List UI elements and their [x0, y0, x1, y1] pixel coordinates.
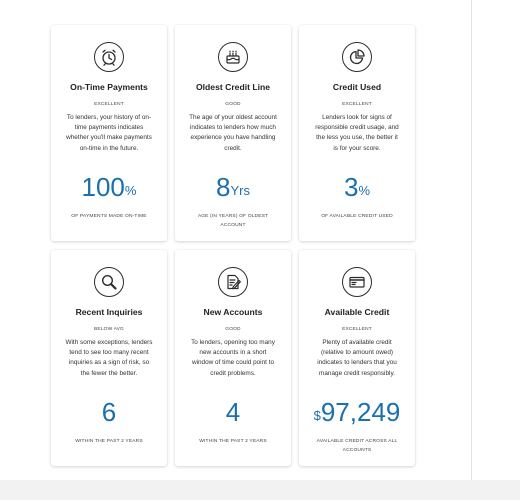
document-pen-icon	[218, 267, 248, 297]
card-credit-used: Credit Used EXCELLENT Lenders look for s…	[299, 25, 415, 241]
metric-value-group: 6	[51, 396, 167, 428]
metric-caption: AVAILABLE CREDIT ACROSS ALL ACCOUNTS	[316, 439, 398, 453]
metric-caption: WITHIN THE PAST 2 YEARS	[199, 439, 267, 444]
metric-value: 97,249	[320, 397, 401, 427]
metric-value-group: 4	[175, 396, 291, 428]
rating-label: BELOW AVG	[94, 327, 124, 332]
metric-value-group: 100%	[51, 171, 167, 203]
card-title: Oldest Credit Line	[195, 82, 270, 92]
metric-value: 4	[225, 397, 241, 427]
card-description: Lenders look for signs of responsible cr…	[315, 114, 399, 152]
card-description: To lenders, your history of on-time paym…	[66, 114, 152, 152]
page-footer-band	[0, 480, 520, 500]
rating-label: EXCELLENT	[342, 327, 372, 332]
card-title: Credit Used	[332, 82, 382, 92]
metric-value-group: 8Yrs	[175, 171, 291, 203]
magnifying-glass-icon	[94, 267, 124, 297]
rating-label: EXCELLENT	[342, 102, 372, 107]
metric-caption: OF PAYMENTS MADE ON-TIME	[71, 214, 147, 219]
metric-caption: WITHIN THE PAST 2 YEARS	[75, 439, 143, 444]
metric-value: 8	[216, 172, 231, 202]
rating-label: GOOD	[225, 327, 241, 332]
metric-caption: AGE (IN YEARS) OF OLDEST ACCOUNT	[197, 214, 269, 228]
metric-unit: Yrs	[230, 183, 250, 198]
metric-unit: %	[124, 183, 137, 198]
card-description: Plenty of available credit (relative to …	[317, 339, 397, 377]
card-title: Recent Inquiries	[75, 307, 143, 317]
card-recent-inquiries: Recent Inquiries BELOW AVG With some exc…	[51, 250, 167, 466]
rating-label: EXCELLENT	[94, 102, 124, 107]
metric-caption: OF AVAILABLE CREDIT USED	[321, 214, 393, 219]
card-title: On-Time Payments	[70, 82, 148, 92]
card-description: To lenders, opening too many new account…	[191, 339, 275, 377]
content-divider	[471, 0, 472, 480]
metric-value: 6	[101, 397, 117, 427]
card-new-accounts: New Accounts GOOD To lenders, opening to…	[175, 250, 291, 466]
credit-card-icon	[342, 267, 372, 297]
card-available-credit: Available Credit EXCELLENT Plenty of ava…	[299, 250, 415, 466]
metric-value: 3	[343, 172, 359, 202]
card-on-time-payments: On-Time Payments EXCELLENT To lenders, y…	[51, 25, 167, 241]
rating-label: GOOD	[225, 102, 241, 107]
card-description: The age of your oldest account indicates…	[189, 114, 277, 152]
metric-value-group: $97,249	[299, 396, 415, 428]
metric-unit: %	[358, 183, 371, 198]
pie-chart-icon	[342, 42, 372, 72]
card-description: With some exceptions, lenders tend to se…	[65, 339, 153, 377]
metric-value-group: 3%	[299, 171, 415, 203]
card-oldest-credit-line: Oldest Credit Line GOOD The age of your …	[175, 25, 291, 241]
metric-value: 100	[81, 172, 125, 202]
alarm-clock-icon	[94, 42, 124, 72]
card-title: Available Credit	[324, 307, 390, 317]
metric-prefix: $	[313, 408, 321, 423]
card-title: New Accounts	[203, 307, 263, 317]
birthday-cake-icon	[218, 42, 248, 72]
